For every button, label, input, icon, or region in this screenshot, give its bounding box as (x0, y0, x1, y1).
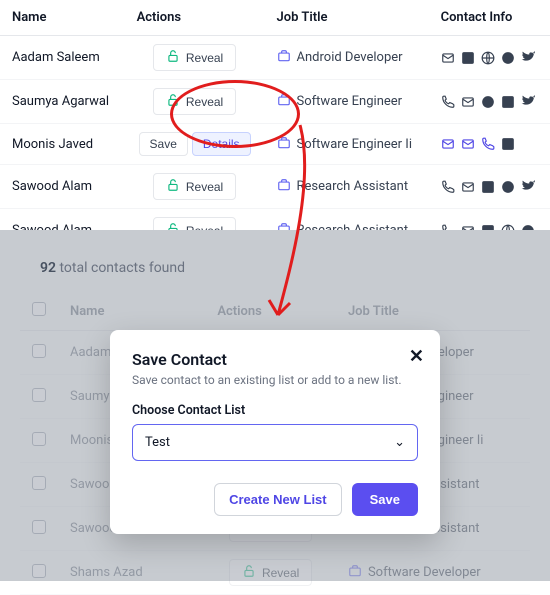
save-row-button[interactable]: Save (139, 132, 188, 156)
col-actions: Actions (125, 0, 265, 36)
contact-list-select[interactable]: Test ⌄ (132, 424, 418, 461)
contact-list-label: Choose Contact List (132, 403, 418, 418)
briefcase-icon (277, 136, 291, 153)
linkedin-icon[interactable] (501, 95, 515, 109)
reveal-button[interactable]: Reveal (153, 173, 236, 200)
globe-icon[interactable] (481, 51, 495, 65)
cell-job: Software Engineer Ii (265, 124, 429, 165)
fb-icon[interactable] (501, 180, 515, 194)
unlock-icon (166, 178, 180, 195)
unlock-icon (166, 93, 180, 110)
table-row: Saumya Agarwal Reveal Software Engineer (0, 80, 550, 124)
unlock-icon (166, 49, 180, 66)
fb-icon[interactable] (481, 95, 495, 109)
cell-actions: Reveal (125, 36, 265, 80)
mail-icon[interactable] (441, 137, 455, 151)
phone-icon[interactable] (481, 137, 495, 151)
fb-icon[interactable] (501, 51, 515, 65)
mail-icon[interactable] (441, 51, 455, 65)
cell-job: Software Engineer (265, 80, 429, 124)
phone-icon[interactable] (441, 95, 455, 109)
details-button[interactable]: Details (192, 132, 251, 156)
cell-actions: SaveDetails (125, 124, 265, 165)
mail-icon[interactable] (461, 95, 475, 109)
linkedin-icon[interactable] (481, 180, 495, 194)
phone-icon[interactable] (441, 180, 455, 194)
cell-job: Research Assistant (265, 165, 429, 209)
cell-contact (429, 165, 550, 209)
cell-contact (429, 80, 550, 124)
tw-icon[interactable] (521, 95, 535, 109)
save-contact-modal: ✕ Save Contact Save contact to an existi… (110, 330, 440, 534)
chevron-down-icon: ⌄ (394, 435, 405, 450)
reveal-button[interactable]: Reveal (153, 88, 236, 115)
tw-icon[interactable] (521, 51, 535, 65)
cell-actions: Reveal (125, 80, 265, 124)
linkedin-icon[interactable] (501, 137, 515, 151)
contact-list-selected: Test (145, 435, 170, 450)
tw-icon[interactable] (521, 180, 535, 194)
briefcase-icon (277, 178, 291, 195)
close-icon[interactable]: ✕ (409, 346, 424, 367)
reveal-button[interactable]: Reveal (153, 44, 236, 71)
cell-contact (429, 124, 550, 165)
cell-job: Android Developer (265, 36, 429, 80)
cell-name: Sawood Alam (0, 165, 125, 209)
cell-actions: Reveal (125, 165, 265, 209)
cell-name: Aadam Saleem (0, 36, 125, 80)
contacts-table: Name Actions Job Title Contact Info Aada… (0, 0, 550, 253)
col-name: Name (0, 0, 125, 36)
modal-title: Save Contact (132, 350, 418, 369)
col-contact: Contact Info (429, 0, 550, 36)
table-row: Moonis JavedSaveDetailsSoftware Engineer… (0, 124, 550, 165)
col-job: Job Title (265, 0, 429, 36)
mail-icon[interactable] (461, 180, 475, 194)
linkedin-icon[interactable] (461, 51, 475, 65)
briefcase-icon (277, 93, 291, 110)
table-row: Sawood Alam Reveal Research Assistant (0, 165, 550, 209)
save-button[interactable]: Save (352, 483, 418, 516)
cell-contact (429, 36, 550, 80)
table-row: Aadam Saleem Reveal Android Developer (0, 36, 550, 80)
briefcase-icon (277, 49, 291, 66)
cell-name: Moonis Javed (0, 124, 125, 165)
mail-icon[interactable] (461, 137, 475, 151)
create-new-list-button[interactable]: Create New List (214, 483, 342, 516)
cell-name: Saumya Agarwal (0, 80, 125, 124)
modal-subtitle: Save contact to an existing list or add … (132, 373, 418, 387)
